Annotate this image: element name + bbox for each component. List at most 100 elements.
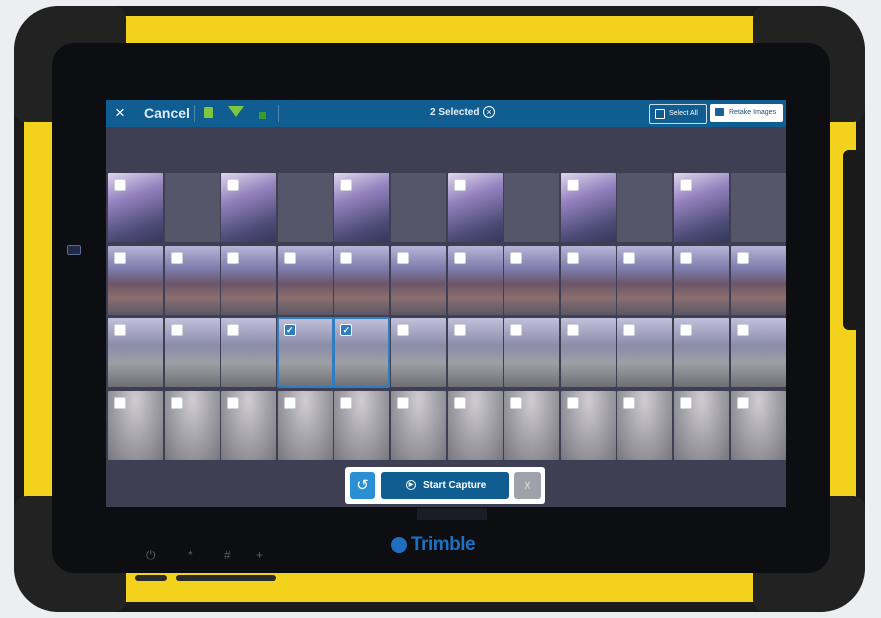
image-thumbnail[interactable]	[277, 390, 333, 460]
image-checkbox[interactable]	[680, 324, 692, 336]
image-checkbox[interactable]	[340, 179, 353, 191]
select-all-label: Select All	[669, 110, 698, 117]
image-checkbox[interactable]	[510, 251, 523, 264]
image-thumbnail[interactable]	[277, 245, 333, 315]
image-checkbox[interactable]	[736, 324, 749, 336]
image-thumbnail[interactable]	[221, 173, 277, 242]
image-checkbox[interactable]	[283, 396, 296, 409]
image-checkbox[interactable]	[170, 324, 183, 336]
image-thumbnail[interactable]	[560, 245, 616, 315]
image-checkbox[interactable]	[114, 396, 126, 409]
hash-key[interactable]: #	[224, 548, 231, 562]
cancel-button[interactable]: Cancel	[144, 105, 190, 121]
image-checkbox[interactable]	[566, 179, 579, 191]
image-checkbox[interactable]	[680, 179, 692, 191]
image-checkbox[interactable]	[623, 396, 636, 409]
image-checkbox[interactable]	[623, 251, 636, 264]
image-thumbnail[interactable]	[730, 390, 786, 460]
image-checkbox[interactable]	[227, 179, 240, 191]
image-thumbnail[interactable]	[164, 390, 220, 460]
image-checkbox[interactable]	[566, 324, 579, 336]
image-thumbnail[interactable]	[617, 318, 673, 387]
image-checkbox[interactable]	[566, 396, 579, 409]
image-checkbox[interactable]	[736, 251, 749, 264]
image-thumbnail[interactable]	[447, 245, 503, 315]
image-checkbox[interactable]	[736, 396, 749, 409]
image-checkbox[interactable]	[680, 396, 692, 409]
image-thumbnail[interactable]	[617, 245, 673, 315]
image-thumbnail[interactable]	[674, 173, 729, 242]
image-thumbnail[interactable]	[391, 318, 446, 387]
image-thumbnail[interactable]	[447, 318, 503, 387]
image-thumbnail[interactable]	[560, 318, 616, 387]
image-checkbox[interactable]	[114, 324, 126, 336]
image-thumbnail[interactable]	[504, 245, 560, 315]
image-thumbnail[interactable]	[504, 390, 560, 460]
image-checkbox[interactable]	[340, 251, 353, 264]
image-checkbox[interactable]	[340, 396, 353, 409]
image-thumbnail[interactable]	[730, 318, 786, 387]
image-thumbnail[interactable]	[447, 390, 503, 460]
clear-selection-icon[interactable]: ×	[483, 106, 495, 118]
power-key[interactable]: ⏻	[146, 548, 156, 563]
image-thumbnail[interactable]	[560, 390, 616, 460]
image-checkbox[interactable]	[283, 251, 296, 264]
image-checkbox[interactable]: ✓	[283, 324, 296, 336]
image-checkbox[interactable]	[453, 251, 466, 264]
image-thumbnail[interactable]	[674, 390, 729, 460]
image-thumbnail[interactable]	[560, 173, 616, 242]
image-checkbox[interactable]	[680, 251, 692, 264]
retake-images-button[interactable]: Retake Images	[710, 104, 783, 122]
image-checkbox[interactable]	[510, 324, 523, 336]
empty-slot	[504, 173, 560, 242]
image-checkbox[interactable]	[114, 179, 126, 191]
image-thumbnail[interactable]	[730, 245, 786, 315]
image-thumbnail[interactable]	[108, 390, 163, 460]
image-thumbnail[interactable]	[108, 173, 163, 242]
history-icon[interactable]: ↺	[350, 472, 375, 499]
plus-key[interactable]: +	[256, 548, 263, 562]
select-all-button[interactable]: Select All	[649, 104, 707, 124]
image-checkbox[interactable]	[453, 324, 466, 336]
star-key[interactable]: *	[188, 548, 193, 562]
capture-toolbar: ↺ ▶ Start Capture ☓	[345, 467, 545, 504]
image-checkbox[interactable]	[227, 396, 240, 409]
image-checkbox[interactable]	[397, 396, 409, 409]
start-capture-button[interactable]: ▶ Start Capture	[381, 472, 509, 499]
image-checkbox[interactable]	[227, 324, 240, 336]
image-checkbox[interactable]: ✓	[340, 324, 353, 336]
image-thumbnail[interactable]	[334, 245, 390, 315]
image-thumbnail[interactable]: ✓	[333, 317, 391, 388]
screen-bottom-tab	[417, 508, 487, 520]
image-checkbox[interactable]	[397, 251, 409, 264]
image-checkbox[interactable]	[453, 179, 466, 191]
image-thumbnail[interactable]	[164, 245, 220, 315]
image-thumbnail[interactable]	[164, 318, 220, 387]
image-thumbnail[interactable]	[334, 390, 390, 460]
image-thumbnail[interactable]	[108, 318, 163, 387]
close-icon[interactable]: ×	[115, 103, 125, 123]
image-thumbnail[interactable]	[447, 173, 503, 242]
image-checkbox[interactable]	[397, 324, 409, 336]
image-checkbox[interactable]	[227, 251, 240, 264]
image-thumbnail[interactable]	[221, 318, 277, 387]
image-thumbnail[interactable]	[334, 173, 390, 242]
image-checkbox[interactable]	[170, 251, 183, 264]
image-thumbnail[interactable]	[617, 390, 673, 460]
image-checkbox[interactable]	[623, 324, 636, 336]
image-checkbox[interactable]	[510, 396, 523, 409]
image-thumbnail[interactable]	[221, 245, 277, 315]
image-checkbox[interactable]	[170, 396, 183, 409]
image-checkbox[interactable]	[453, 396, 466, 409]
light-off-icon[interactable]: ☓	[514, 472, 541, 499]
image-checkbox[interactable]	[566, 251, 579, 264]
image-checkbox[interactable]	[114, 251, 126, 264]
image-thumbnail[interactable]	[391, 390, 446, 460]
image-thumbnail[interactable]	[221, 390, 277, 460]
image-thumbnail[interactable]	[504, 318, 560, 387]
image-thumbnail[interactable]	[674, 318, 729, 387]
image-thumbnail[interactable]	[674, 245, 729, 315]
image-thumbnail[interactable]	[391, 245, 446, 315]
image-thumbnail[interactable]: ✓	[276, 317, 334, 388]
image-thumbnail[interactable]	[108, 245, 163, 315]
